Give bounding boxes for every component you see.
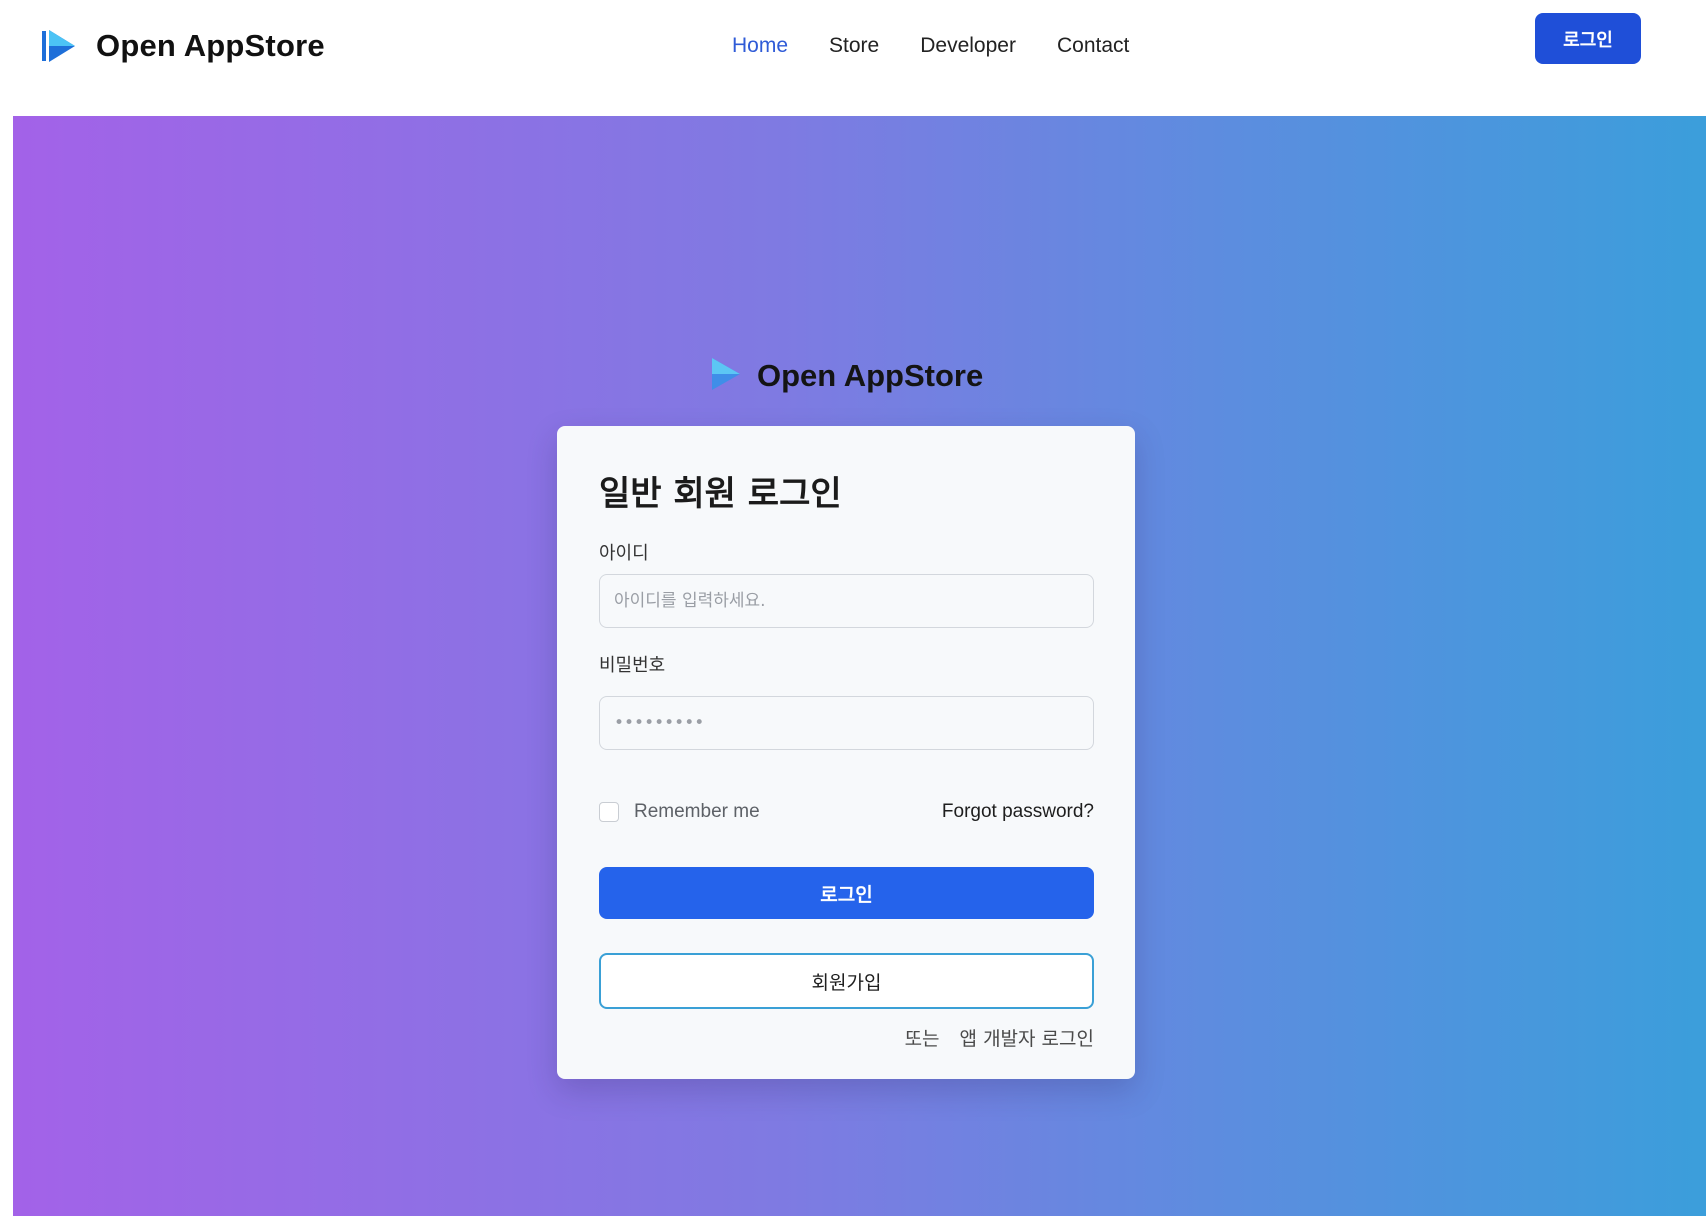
login-card-title: 일반 회원 로그인 (599, 474, 842, 514)
header-brand[interactable]: Open AppStore (42, 24, 325, 68)
header-login-button[interactable]: 로그인 (1535, 13, 1641, 64)
id-input[interactable] (599, 574, 1094, 628)
nav-contact[interactable]: Contact (1057, 34, 1129, 58)
hero-section: Open AppStore 일반 회원 로그인 아이디 비밀번호 Remembe… (13, 116, 1706, 1216)
signup-button[interactable]: 회원가입 (599, 953, 1094, 1009)
password-label: 비밀번호 (599, 655, 666, 676)
login-card: 일반 회원 로그인 아이디 비밀번호 Remember me Forgot pa… (557, 426, 1135, 1079)
forgot-password-link[interactable]: Forgot password? (942, 799, 1094, 825)
nav-store[interactable]: Store (829, 34, 879, 58)
hero-brand: Open AppStore (709, 354, 983, 398)
brand-name: Open AppStore (96, 28, 325, 63)
remember-checkbox[interactable] (599, 802, 619, 822)
nav-home[interactable]: Home (732, 34, 788, 58)
play-logo-icon (42, 28, 76, 64)
nav-developer[interactable]: Developer (920, 34, 1016, 58)
main-nav: Home Store Developer Contact (732, 28, 1129, 64)
or-text: 또는 (904, 1027, 940, 1050)
password-input[interactable] (599, 696, 1094, 750)
top-header: Open AppStore Home Store Developer Conta… (0, 0, 1706, 116)
alt-login: 또는 앱 개발자 로그인 (905, 1023, 1094, 1051)
hero-brand-name: Open AppStore (757, 358, 984, 393)
remember-me: Remember me (599, 799, 760, 825)
play-logo-icon (709, 356, 743, 397)
remember-label: Remember me (634, 801, 760, 822)
developer-login-link[interactable]: 앱 개발자 로그인 (960, 1024, 1094, 1051)
id-label: 아이디 (599, 543, 649, 564)
login-button[interactable]: 로그인 (599, 867, 1094, 919)
